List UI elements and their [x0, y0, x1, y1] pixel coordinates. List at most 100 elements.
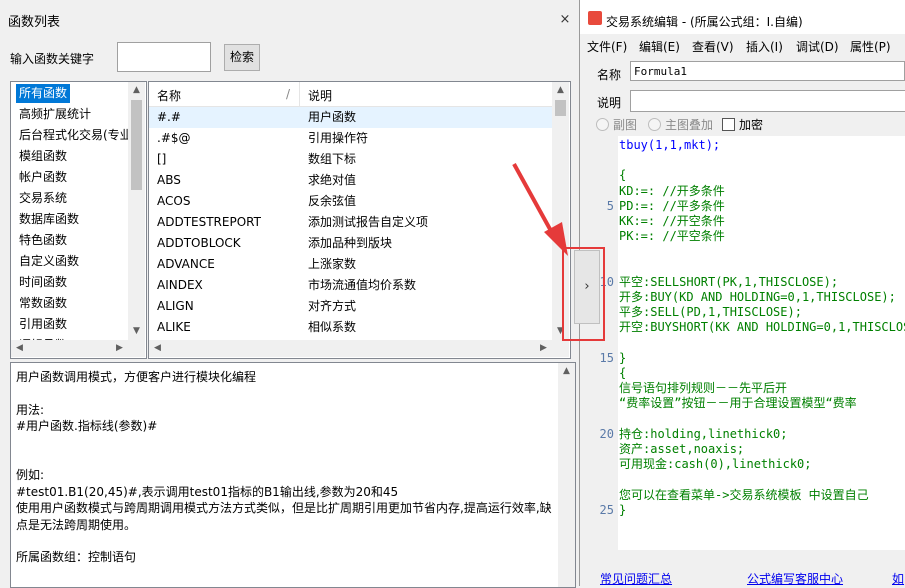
category-item[interactable]: 自定义函数	[16, 252, 82, 271]
description-line: #test01.B1(20,45)#,表示调用test01指标的B1输出线,参数…	[16, 484, 399, 499]
category-item[interactable]: 后台程式化交易(专业	[16, 126, 135, 145]
code-horizontal-scrollbar[interactable]	[596, 550, 905, 564]
code-line: 资产:asset,noaxis;	[619, 442, 745, 456]
menu-edit[interactable]: 编辑(E)	[639, 38, 680, 55]
menu-view[interactable]: 查看(V)	[692, 38, 734, 55]
table-row[interactable]: #.# 用户函数	[149, 107, 552, 128]
column-divider	[299, 82, 300, 106]
column-header-name[interactable]: 名称	[157, 87, 181, 104]
scroll-thumb[interactable]	[555, 100, 566, 116]
table-row[interactable]: ADDTOBLOCK 添加品种到版块	[149, 233, 552, 254]
code-line: 平多:SELL(PD,1,THISCLOSE);	[619, 305, 802, 320]
scroll-left-icon[interactable]: ◀	[149, 340, 166, 357]
category-item[interactable]: 高频扩展统计	[16, 105, 94, 124]
function-name: ACOS	[157, 194, 191, 208]
annotation-arrow-icon	[512, 163, 568, 256]
category-item[interactable]: 引用函数	[16, 315, 70, 334]
table-row[interactable]: [] 数组下标	[149, 149, 552, 170]
table-row[interactable]: ACOS 反余弦值	[149, 191, 552, 212]
table-row[interactable]: ABS 求绝对值	[149, 170, 552, 191]
function-name: AINDEX	[157, 278, 203, 292]
code-line: 开空:BUYSHORT(KK AND HOLDING=0,1,THISCLOSE	[619, 320, 905, 335]
function-desc: 求绝对值	[308, 173, 357, 187]
description-line: 例如:	[16, 468, 45, 483]
code-line: 可用现金:cash(0),linethick0;	[619, 457, 812, 472]
function-desc: 用户函数	[308, 110, 357, 124]
code-line: {	[619, 366, 627, 380]
code-line: 持仓:holding,linethick0;	[619, 426, 788, 441]
editor-title: 交易系统编辑 - (所属公式组：I.自编)	[606, 15, 803, 29]
function-desc: 数组下标	[308, 152, 357, 166]
category-item[interactable]: 模组函数	[16, 147, 70, 166]
category-item[interactable]: 数据库函数	[16, 210, 82, 229]
description-line: 用法:	[16, 402, 45, 417]
table-row[interactable]: ADDTESTREPORT 添加测试报告自定义项	[149, 212, 552, 233]
scroll-down-icon[interactable]: ▼	[128, 323, 145, 340]
function-name: ABS	[157, 173, 181, 187]
function-description: 用户函数调用模式，方便客户进行模块化编程 用法: #用户函数.指标线(参数)# 例如:…	[10, 362, 576, 588]
code-line: 开多:BUY(KD AND HOLDING=0,1,THISCLOSE);	[619, 290, 896, 304]
description-line: 使用用户函数模式与跨周期调用模式方法方式类似，但是比扩周期引用更加节省内存,提高…	[16, 501, 552, 516]
app-icon	[588, 11, 602, 25]
function-desc: 对齐方式	[308, 299, 357, 313]
code-text[interactable]: tbuy(1,1,mkt);{KD:=: //开多条件 PD:=: //平多条件 K…	[596, 136, 905, 550]
menu-file[interactable]: 文件(F)	[587, 38, 627, 55]
link-faq[interactable]: 常见问题汇总	[600, 570, 672, 587]
function-desc: 添加测试报告自定义项	[308, 215, 429, 229]
function-name: ALIGN	[157, 299, 194, 313]
code-line: 您可以在查看菜单->交易系统模板 中设置自己	[619, 487, 869, 502]
name-input[interactable]: Formula1	[630, 61, 905, 81]
description-scrollbar[interactable]: ▲	[558, 363, 575, 587]
scroll-left-icon[interactable]: ◀	[11, 340, 28, 357]
scroll-up-icon[interactable]: ▲	[558, 363, 575, 380]
category-item[interactable]: 帐户函数	[16, 168, 70, 187]
code-line: {	[619, 168, 627, 183]
function-desc: 市场流通值均价系数	[308, 278, 417, 292]
keyword-input[interactable]	[117, 42, 211, 72]
description-input[interactable]	[630, 90, 905, 112]
code-line: 平空:SELLSHORT(PK,1,THISCLOSE);	[619, 274, 839, 289]
table-row[interactable]: ALIGN 对齐方式	[149, 296, 552, 317]
code-line: }	[619, 350, 627, 365]
category-item[interactable]: 时间函数	[16, 273, 70, 292]
table-row[interactable]: ALIKE 相似系数	[149, 317, 552, 338]
menu-insert[interactable]: 插入(I)	[746, 38, 783, 55]
column-header-desc[interactable]: 说明	[308, 87, 332, 104]
scroll-up-icon[interactable]: ▲	[128, 82, 145, 99]
category-item[interactable]: 所有函数	[16, 84, 71, 103]
formula-editor-window: 交易系统编辑 - (所属公式组：I.自编) 文件(F) 编辑(E) 查看(V) …	[580, 0, 905, 586]
search-button[interactable]: 检索	[224, 44, 260, 71]
category-item[interactable]: 交易系统	[16, 189, 70, 208]
table-row[interactable]: ADVANCE 上涨家数	[149, 254, 552, 275]
category-list[interactable]: 所有函数高频扩展统计后台程式化交易(专业 模组函数帐户函数交易系统数据库函数特色函…	[10, 81, 147, 359]
scroll-thumb[interactable]	[131, 100, 142, 190]
menu-properties[interactable]: 属性(P)	[850, 38, 891, 55]
dialog-title: 函数列表	[8, 15, 61, 30]
code-line: KD:=: //开多条件	[619, 183, 725, 198]
radio-main-overlay[interactable]: 主图叠加	[648, 116, 713, 133]
category-item[interactable]: 常数函数	[16, 294, 70, 313]
scroll-up-icon[interactable]: ▲	[552, 82, 569, 99]
table-horizontal-scrollbar[interactable]: ◀ ▶	[149, 340, 569, 357]
scroll-right-icon[interactable]: ▶	[535, 340, 552, 357]
link-more[interactable]: 如	[892, 570, 904, 587]
link-support-center[interactable]: 公式编写客服中心	[747, 570, 843, 587]
scroll-right-icon[interactable]: ▶	[111, 340, 128, 357]
function-name: ALIKE	[157, 320, 191, 334]
checkbox-icon	[722, 118, 735, 131]
checkbox-encrypt[interactable]: 加密	[722, 116, 763, 133]
close-icon[interactable]: ×	[557, 12, 573, 28]
menu-debug[interactable]: 调试(D)	[796, 38, 839, 55]
description-line: #用户函数.指标线(参数)#	[16, 419, 158, 434]
code-line: 信号语句排列规则－－先平后开	[619, 381, 788, 396]
description-line: 所属函数组：控制语句	[16, 550, 137, 565]
function-name: ADVANCE	[157, 257, 215, 271]
radio-sub-chart[interactable]: 副图	[596, 116, 637, 133]
table-row[interactable]: AINDEX 市场流通值均价系数	[149, 275, 552, 296]
menu-bar: 文件(F) 编辑(E) 查看(V) 插入(I) 调试(D) 属性(P)	[580, 34, 905, 58]
category-vertical-scrollbar[interactable]: ▲ ▼	[128, 82, 145, 340]
category-horizontal-scrollbar[interactable]: ◀ ▶	[11, 340, 145, 357]
table-row[interactable]: .#$@ 引用操作符	[149, 128, 552, 149]
code-line: PD:=: //平多条件	[619, 198, 725, 213]
category-item[interactable]: 特色函数	[16, 231, 70, 250]
